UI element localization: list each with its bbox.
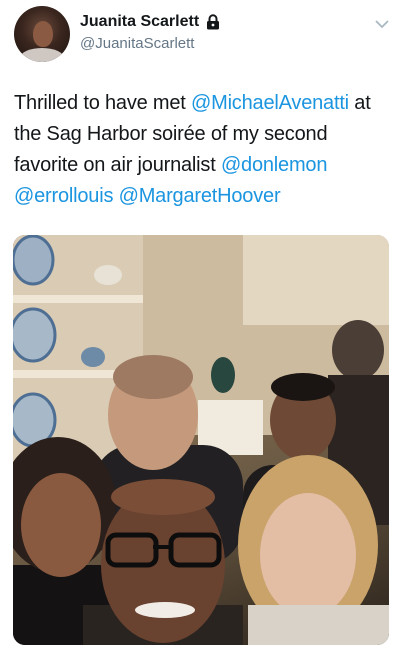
tweet-text-segment: Thrilled to have met (14, 92, 191, 114)
avatar-face (33, 21, 53, 47)
chevron-down-icon[interactable] (374, 18, 390, 30)
blurred-figure (332, 320, 384, 380)
person-smile (135, 602, 195, 618)
tweet: Juanita Scarlett @JuanitaScarlett Thrill… (0, 0, 401, 648)
eyeglasses-bridge (153, 545, 173, 549)
vase (211, 357, 235, 393)
person-head-top (111, 479, 215, 515)
shelf-board (13, 295, 143, 303)
tweet-photo[interactable] (13, 235, 389, 645)
photo-scene (13, 235, 389, 645)
decorative-plate (13, 235, 55, 286)
mention-link[interactable]: @MargaretHoover (119, 185, 281, 207)
wall-panel (243, 235, 389, 325)
person-head-top (113, 355, 193, 399)
avatar[interactable] (14, 6, 70, 62)
avatar-shirt (20, 48, 64, 62)
tweet-text: Thrilled to have met @MichaelAvenatti at… (14, 88, 394, 212)
person-top (248, 605, 389, 645)
decorative-jar (81, 347, 105, 367)
decorative-bowl (94, 265, 122, 285)
person-face (260, 493, 356, 617)
author-name[interactable]: Juanita Scarlett (80, 13, 199, 31)
person-hair (271, 373, 335, 401)
mention-link[interactable]: @donlemon (221, 154, 328, 176)
person-face (21, 473, 101, 577)
mention-link[interactable]: @errollouis (14, 185, 113, 207)
decorative-plate (13, 307, 57, 363)
author-handle[interactable]: @JuanitaScarlett (80, 35, 194, 52)
lock-icon (207, 14, 219, 30)
mention-link[interactable]: @MichaelAvenatti (191, 92, 349, 114)
